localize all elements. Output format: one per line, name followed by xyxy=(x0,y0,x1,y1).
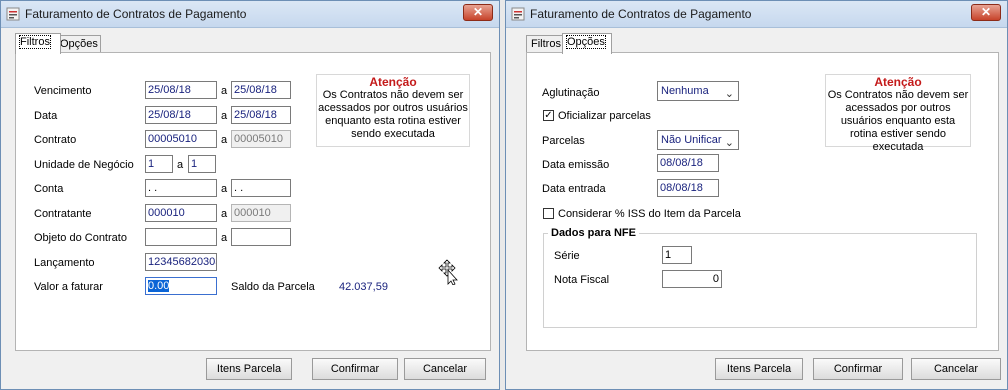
range-separator: a xyxy=(221,85,228,97)
checkmark-icon: ✓ xyxy=(544,110,553,121)
lancamento-label: Lançamento xyxy=(34,257,95,269)
cancelar-button[interactable]: Cancelar xyxy=(404,358,486,380)
vencimento-label: Vencimento xyxy=(34,85,92,97)
attention-heading: Atenção xyxy=(874,75,922,89)
tab-filtros-label: Filtros xyxy=(531,38,561,50)
nfe-group-title: Dados para NFE xyxy=(548,227,639,239)
valor-field[interactable]: 0.00 xyxy=(145,277,217,295)
oficializar-checkbox[interactable]: ✓ xyxy=(543,110,554,121)
attention-text: Os Contratos não devem ser acessados por… xyxy=(827,89,969,153)
attention-box: Atenção Os Contratos não devem ser acess… xyxy=(316,74,470,147)
chevron-down-icon: ⌄ xyxy=(724,88,734,100)
considerar-iss-label: Considerar % ISS do Item da Parcela xyxy=(558,208,741,220)
filtros-panel: Vencimento 25/08/18 a 25/08/18 Data 25/0… xyxy=(15,52,491,351)
vencimento-to-field[interactable]: 25/08/18 xyxy=(231,81,291,99)
opcoes-panel: Aglutinação Nenhuma ⌄ ✓ Oficializar parc… xyxy=(526,52,999,351)
nota-fiscal-label: Nota Fiscal xyxy=(554,274,610,286)
contrato-label: Contrato xyxy=(34,134,77,146)
attention-text: Os Contratos não devem ser acessados por… xyxy=(318,89,468,140)
tab-opcoes[interactable]: Opções xyxy=(562,33,612,54)
objeto-from-field[interactable] xyxy=(145,228,217,246)
aglutinacao-dropdown[interactable]: Nenhuma ⌄ xyxy=(657,81,739,101)
tab-filtros[interactable]: Filtros xyxy=(15,33,61,54)
itens-parcela-button[interactable]: Itens Parcela xyxy=(206,358,292,380)
confirmar-button[interactable]: Confirmar xyxy=(312,358,398,380)
serie-field[interactable]: 1 xyxy=(662,246,692,264)
range-separator: a xyxy=(221,183,228,195)
contrato-from-field[interactable]: 00005010 xyxy=(145,130,217,148)
tab-opcoes[interactable]: Opções xyxy=(55,35,101,53)
tab-filtros-label: Filtros xyxy=(19,35,51,49)
data-from-field[interactable]: 25/08/18 xyxy=(145,106,217,124)
unidade-to-field[interactable]: 1 xyxy=(188,155,216,173)
contratante-from-field[interactable]: 000010 xyxy=(145,204,217,222)
contratante-to-field: 000010 xyxy=(231,204,291,222)
serie-label: Série xyxy=(554,250,580,262)
vencimento-from-field[interactable]: 25/08/18 xyxy=(145,81,217,99)
tab-opcoes-label: Opções xyxy=(566,35,606,49)
contratante-label: Contratante xyxy=(34,208,92,220)
saldo-label: Saldo da Parcela xyxy=(231,281,315,293)
left-dialog-window: Faturamento de Contratos de Pagamento ✕ … xyxy=(0,0,500,390)
parcelas-value: Não Unificar xyxy=(661,134,722,146)
attention-box: Atenção Os Contratos não devem ser acess… xyxy=(825,74,971,153)
conta-to-field[interactable]: . . xyxy=(231,179,291,197)
oficializar-label: Oficializar parcelas xyxy=(558,110,651,122)
title-bar[interactable]: Faturamento de Contratos de Pagamento ✕ xyxy=(506,1,1007,28)
range-separator: a xyxy=(221,134,228,146)
data-label: Data xyxy=(34,110,58,122)
data-entrada-field[interactable]: 08/08/18 xyxy=(657,179,719,197)
range-separator: a xyxy=(221,232,228,244)
range-separator: a xyxy=(221,110,228,122)
app-icon xyxy=(6,7,20,21)
aglutinacao-value: Nenhuma xyxy=(661,85,709,97)
move-cursor-icon xyxy=(438,259,458,285)
range-separator: a xyxy=(177,159,184,171)
app-icon xyxy=(511,7,525,21)
tab-opcoes-label: Opções xyxy=(60,38,98,50)
chevron-down-icon: ⌄ xyxy=(724,137,734,149)
lancamento-field[interactable]: 123456820303 xyxy=(145,253,217,271)
data-entrada-label: Data entrada xyxy=(542,183,606,195)
considerar-iss-checkbox[interactable] xyxy=(543,208,554,219)
tab-filtros[interactable]: Filtros xyxy=(526,35,566,53)
close-button[interactable]: ✕ xyxy=(971,4,1001,21)
right-dialog-window: Faturamento de Contratos de Pagamento ✕ … xyxy=(505,0,1008,390)
unidade-label: Unidade de Negócio xyxy=(34,159,134,171)
parcelas-dropdown[interactable]: Não Unificar ⌄ xyxy=(657,130,739,150)
close-button[interactable]: ✕ xyxy=(463,4,493,21)
conta-from-field[interactable]: . . xyxy=(145,179,217,197)
saldo-value: 42.037,59 xyxy=(339,281,388,293)
conta-label: Conta xyxy=(34,183,64,195)
data-to-field[interactable]: 25/08/18 xyxy=(231,106,291,124)
range-separator: a xyxy=(221,208,228,220)
aglutinacao-label: Aglutinação xyxy=(542,87,600,99)
attention-heading: Atenção xyxy=(369,75,417,89)
unidade-from-field[interactable]: 1 xyxy=(145,155,173,173)
objeto-label: Objeto do Contrato xyxy=(34,232,127,244)
cancelar-button[interactable]: Cancelar xyxy=(911,358,1001,380)
itens-parcela-button[interactable]: Itens Parcela xyxy=(715,358,803,380)
data-emissao-label: Data emissão xyxy=(542,159,610,171)
window-title: Faturamento de Contratos de Pagamento xyxy=(25,7,247,21)
valor-selected-text: 0.00 xyxy=(148,280,170,292)
confirmar-button[interactable]: Confirmar xyxy=(813,358,903,380)
window-title: Faturamento de Contratos de Pagamento xyxy=(530,7,752,21)
objeto-to-field[interactable] xyxy=(231,228,291,246)
parcelas-label: Parcelas xyxy=(542,135,585,147)
contrato-to-field: 00005010 xyxy=(231,130,291,148)
title-bar[interactable]: Faturamento de Contratos de Pagamento ✕ xyxy=(1,1,499,28)
nota-fiscal-field[interactable]: 0 xyxy=(662,270,722,288)
valor-label: Valor a faturar xyxy=(34,281,103,293)
data-emissao-field[interactable]: 08/08/18 xyxy=(657,154,719,172)
